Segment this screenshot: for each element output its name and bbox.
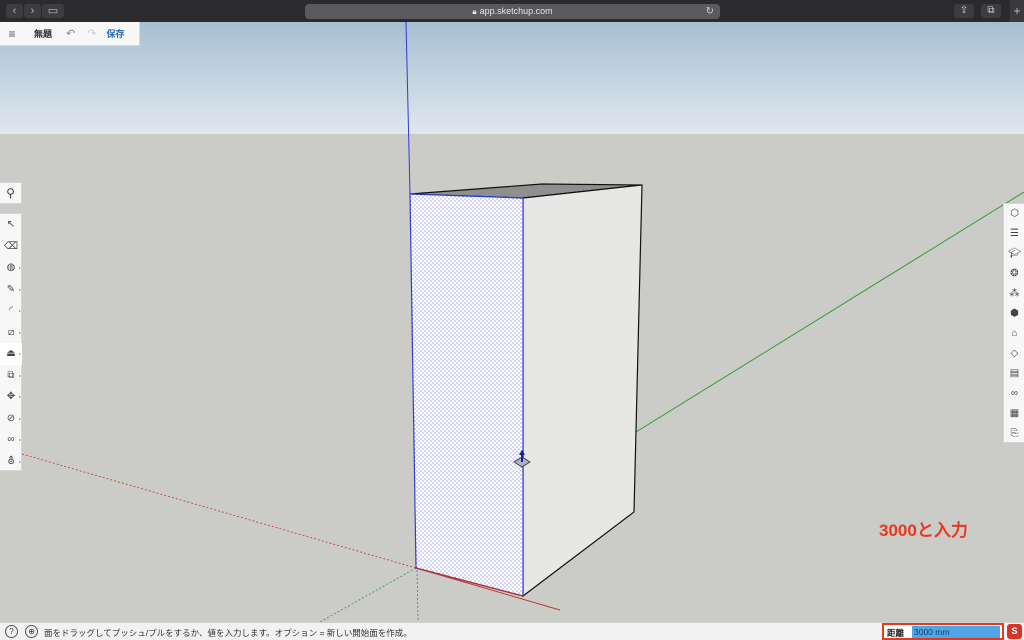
display-icon[interactable]: ▤ xyxy=(1004,364,1024,384)
expand-icon: ▸ xyxy=(18,329,21,335)
entity-info-icon[interactable]: ⬡ xyxy=(1004,204,1024,224)
green-axis xyxy=(635,191,1024,433)
blue-axis xyxy=(405,22,411,195)
back-button[interactable]: ‹ xyxy=(6,4,23,18)
document-title[interactable]: 無題 xyxy=(34,27,52,40)
offset-tool[interactable]: ⧉ ▸ xyxy=(0,365,22,387)
export-icon[interactable]: ⎘ xyxy=(1004,424,1024,444)
select-tool[interactable]: ↖ xyxy=(0,214,22,236)
expand-icon: ▸ xyxy=(18,308,21,313)
status-message: 面をドラッグしてプッシュ/プルをするか、値を入力します。オプション = 新しい開… xyxy=(44,628,412,638)
undo-icon[interactable]: ↶ xyxy=(66,27,75,40)
footprints-icon: ∞ xyxy=(7,434,15,445)
help-icon[interactable]: ? xyxy=(5,625,18,638)
outliner-icon[interactable]: 🎓︎ xyxy=(1004,244,1024,264)
reload-icon[interactable]: ↻ xyxy=(706,4,714,19)
share-icon: ⇪ xyxy=(959,5,969,16)
arc-icon: ◜ xyxy=(9,305,13,316)
search-icon: ⚲ xyxy=(6,186,15,200)
redo-icon[interactable]: ↷ xyxy=(87,27,96,40)
expand-icon: ▸ xyxy=(18,437,21,442)
instruction-annotation: 3000と入力 xyxy=(879,521,968,540)
arc-tool[interactable]: ◜ ▸ xyxy=(0,300,22,322)
globe-icon[interactable]: ⊕ xyxy=(25,625,38,638)
expand-icon: ▸ xyxy=(18,372,21,378)
expand-icon: ▸ xyxy=(18,415,21,421)
pencil-tool[interactable]: ✎ ▸ xyxy=(0,279,22,301)
menu-icon[interactable]: ≡ xyxy=(0,27,24,41)
chevron-right-icon: › xyxy=(30,5,35,17)
views-icon[interactable]: ∞ xyxy=(1004,384,1024,404)
status-bar: ? ⊕ 面をドラッグしてプッシュ/プルをするか、値を入力します。オプション = … xyxy=(0,622,1024,640)
model-scene[interactable] xyxy=(0,22,1024,622)
components-icon[interactable]: ❂ xyxy=(1004,264,1024,284)
offset-icon: ⧉ xyxy=(7,369,15,381)
file-toolbar: ≡ 無題 ↶ ↷ 保存 xyxy=(0,22,140,46)
measurements-box: 距離 3000 mm xyxy=(882,623,1004,640)
sidebar-button[interactable]: ▭ xyxy=(42,4,64,18)
paint-tool[interactable]: ◍ ▸ xyxy=(0,257,22,279)
expand-icon: ▸ xyxy=(18,351,21,356)
tags-icon[interactable]: ⌂ xyxy=(1004,324,1024,344)
url-text: app.sketchup.com xyxy=(479,6,553,16)
browser-toolbar: ‹ › ▭ 🔒︎ app.sketchup.com ↻ ⇪ ⧉ + xyxy=(0,0,1024,22)
expand-icon: ▸ xyxy=(18,458,21,464)
eraser-icon: ⌫ xyxy=(3,240,19,252)
panels-toolbar: ⬡ ☰ 🎓︎ ❂ ⁂ ⬢ ⌂ ◇ ▤ ∞ ▦ ⎘ xyxy=(1003,203,1024,443)
layers-icon[interactable]: ▦ xyxy=(1004,404,1024,424)
expand-icon: ▸ xyxy=(18,394,21,399)
arrow-icon: ↖ xyxy=(6,219,16,230)
tabs-icon: ⧉ xyxy=(987,5,995,16)
green-axis-negative xyxy=(319,567,417,622)
measure-input[interactable]: 3000 mm xyxy=(912,626,1000,638)
box-front-face-selected[interactable] xyxy=(409,193,524,597)
instructor-icon[interactable]: ☰ xyxy=(1004,224,1024,244)
sidebar-icon: ▭ xyxy=(47,5,59,17)
styles-icon[interactable]: ⬢ xyxy=(1004,304,1024,324)
section-icon: ⛢ xyxy=(7,455,15,467)
tools-panel: ↖ ⌫ ◍ ▸ ✎ ▸ ◜ ▸ ⧄ ▸ ⏏ ▸ ⧉ ▸ ✥ ▸ ⊘ ▸ ∞ ▸ ⛢ ▸ xyxy=(0,213,22,471)
rectangle-tool[interactable]: ⧄ ▸ xyxy=(0,322,22,344)
push-pull-tool[interactable]: ⏏ ▸ xyxy=(0,343,22,365)
red-axis-negative xyxy=(21,453,417,569)
walk-tool[interactable]: ∞ ▸ xyxy=(0,429,22,451)
expand-icon: ▸ xyxy=(18,286,21,292)
paint-bucket-icon: ◍ xyxy=(6,262,16,273)
scenes-icon[interactable]: ◇ xyxy=(1004,344,1024,364)
measure-label: 距離 xyxy=(887,628,905,638)
save-button[interactable]: 保存 xyxy=(106,27,124,40)
move-tool[interactable]: ✥ ▸ xyxy=(0,386,22,408)
lock-icon: 🔒︎ xyxy=(472,7,477,16)
chevron-left-icon: ‹ xyxy=(12,5,17,17)
new-tab-button[interactable]: + xyxy=(1010,0,1024,22)
tape-icon: ⊘ xyxy=(6,412,16,424)
pencil-icon: ✎ xyxy=(6,283,16,295)
sketchup-logo-icon: S xyxy=(1007,624,1022,639)
tape-measure-tool[interactable]: ⊘ ▸ xyxy=(0,408,22,430)
search-button[interactable]: ⚲ xyxy=(0,182,22,204)
push-pull-icon: ⏏ xyxy=(6,348,16,359)
tabs-button[interactable]: ⧉ xyxy=(981,4,1001,18)
move-icon: ✥ xyxy=(6,391,16,402)
forward-button[interactable]: › xyxy=(24,4,41,18)
rectangle-icon: ⧄ xyxy=(7,326,15,338)
materials-icon[interactable]: ⁂ xyxy=(1004,284,1024,304)
box-right-face[interactable] xyxy=(522,184,643,598)
eraser-tool[interactable]: ⌫ xyxy=(0,236,22,258)
address-bar[interactable]: 🔒︎ app.sketchup.com ↻ xyxy=(305,4,720,19)
section-tool[interactable]: ⛢ ▸ xyxy=(0,451,22,473)
expand-icon: ▸ xyxy=(18,265,21,270)
share-button[interactable]: ⇪ xyxy=(954,4,974,18)
model-viewport[interactable] xyxy=(0,22,1024,622)
